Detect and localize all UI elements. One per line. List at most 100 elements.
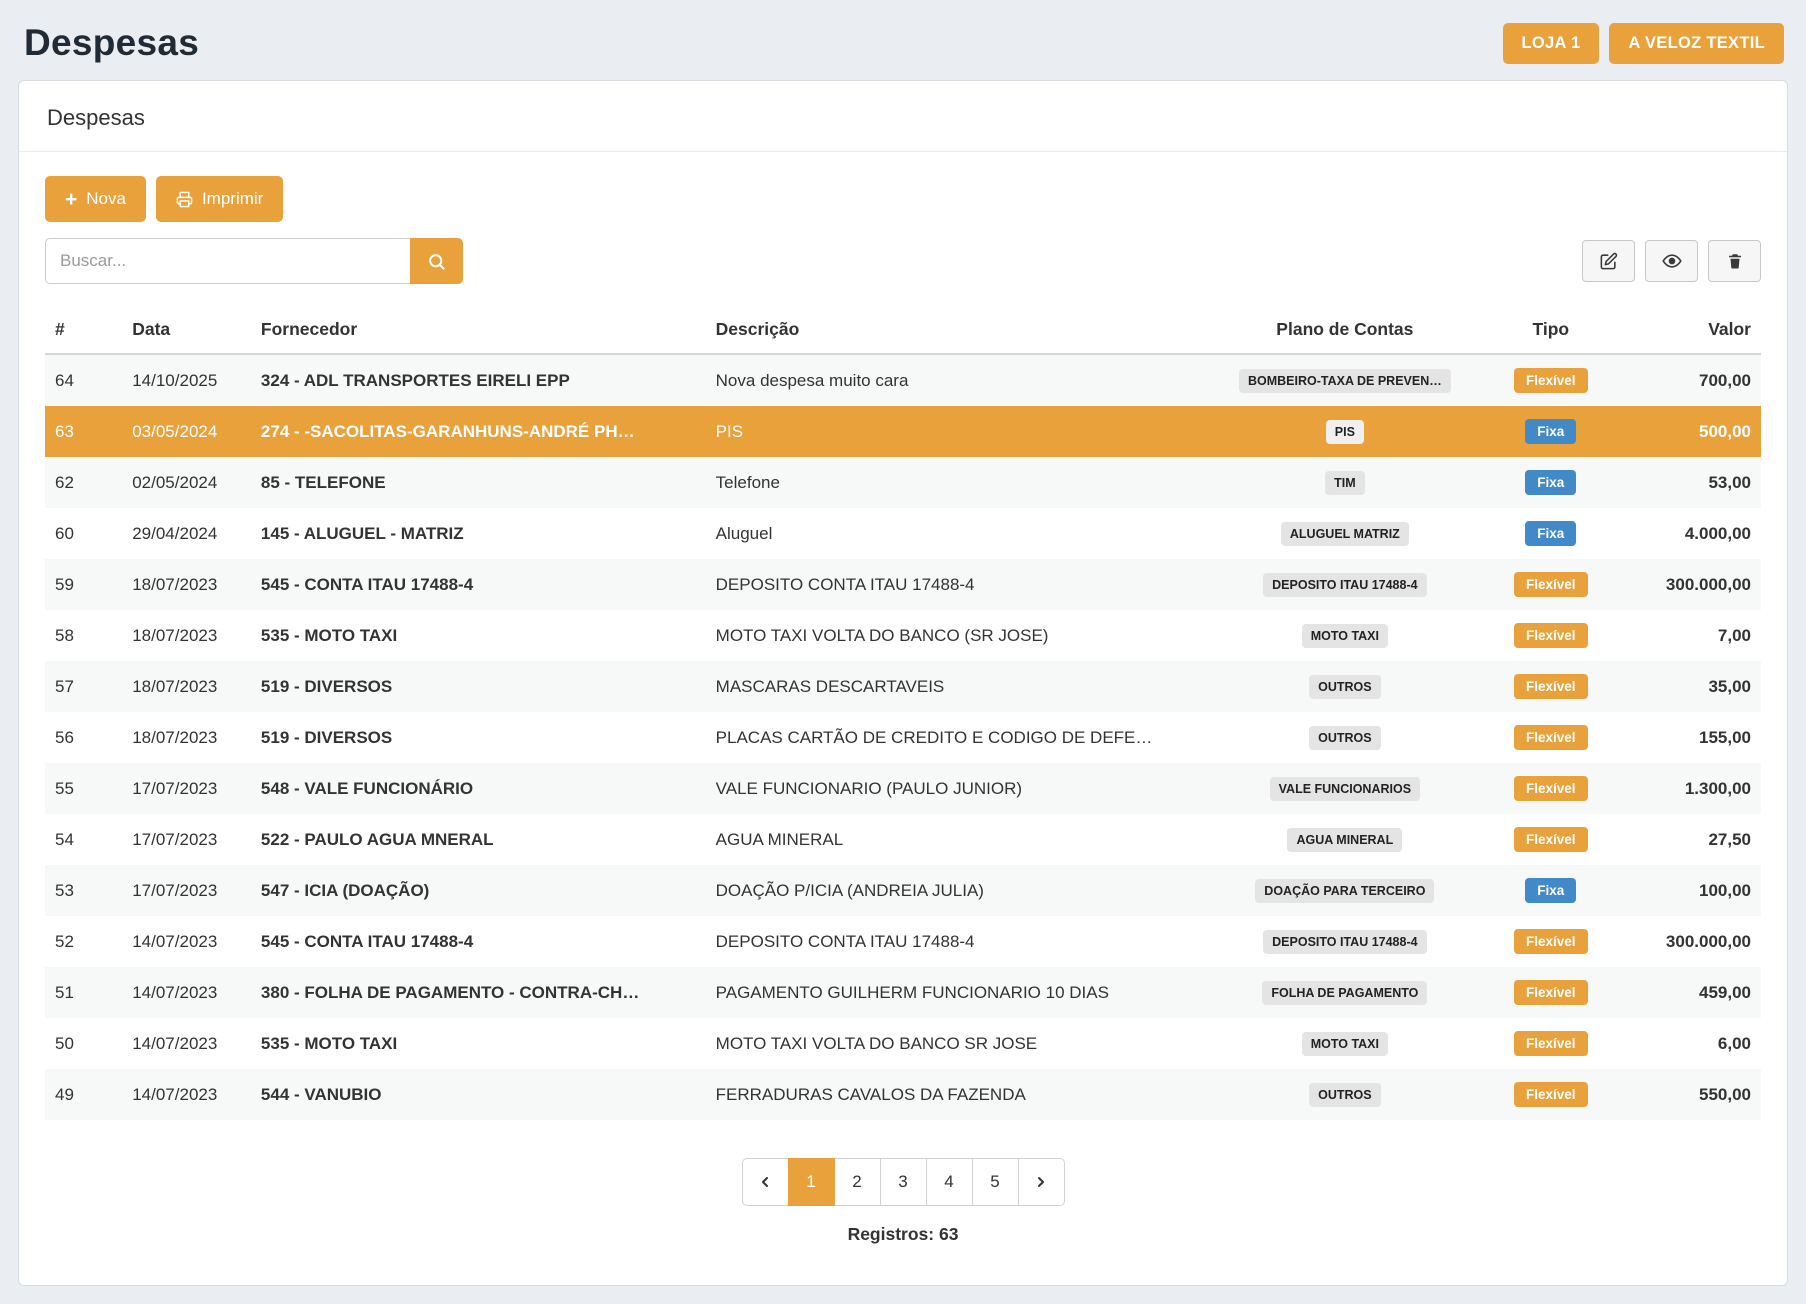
search-input[interactable] [45, 238, 411, 284]
row-account-plan: FOLHA DE PAGAMENTO [1203, 967, 1486, 1018]
row-value: 155,00 [1615, 712, 1761, 763]
pagination-next-button[interactable] [1018, 1158, 1065, 1206]
type-badge: Flexível [1514, 929, 1588, 954]
type-badge: Fixa [1525, 419, 1576, 444]
search-row [45, 238, 1761, 284]
type-badge: Flexível [1514, 980, 1588, 1005]
row-type: Flexível [1486, 559, 1615, 610]
table-row[interactable]: 58 18/07/2023 535 - MOTO TAXI MOTO TAXI … [45, 610, 1761, 661]
table-row[interactable]: 56 18/07/2023 519 - DIVERSOS PLACAS CART… [45, 712, 1761, 763]
row-type: Flexível [1486, 661, 1615, 712]
table-row[interactable]: 62 02/05/2024 85 - TELEFONE Telefone TIM… [45, 457, 1761, 508]
pagination-page-2[interactable]: 2 [834, 1158, 881, 1206]
account-plan-badge: OUTROS [1309, 675, 1380, 699]
row-date: 03/05/2024 [122, 406, 251, 457]
type-badge: Flexível [1514, 572, 1588, 597]
edit-button[interactable] [1582, 240, 1635, 282]
type-badge: Flexível [1514, 623, 1588, 648]
account-plan-badge: OUTROS [1309, 726, 1380, 750]
row-description: Aluguel [706, 508, 1204, 559]
table-row[interactable]: 55 17/07/2023 548 - VALE FUNCIONÁRIO VAL… [45, 763, 1761, 814]
search-button[interactable] [410, 238, 463, 284]
pagination-page-4[interactable]: 4 [926, 1158, 973, 1206]
company-selector-button[interactable]: A VELOZ TEXTIL [1609, 23, 1784, 64]
card-header: Despesas [19, 81, 1787, 152]
row-id: 62 [45, 457, 122, 508]
row-type: Fixa [1486, 457, 1615, 508]
table-row[interactable]: 57 18/07/2023 519 - DIVERSOS MASCARAS DE… [45, 661, 1761, 712]
row-account-plan: PIS [1203, 406, 1486, 457]
row-type: Flexível [1486, 763, 1615, 814]
column-header-tipo: Tipo [1486, 304, 1615, 354]
table-row[interactable]: 51 14/07/2023 380 - FOLHA DE PAGAMENTO -… [45, 967, 1761, 1018]
table-row[interactable]: 59 18/07/2023 545 - CONTA ITAU 17488-4 D… [45, 559, 1761, 610]
table-row[interactable]: 53 17/07/2023 547 - ICIA (DOAÇÃO) DOAÇÃO… [45, 865, 1761, 916]
row-id: 52 [45, 916, 122, 967]
row-type: Flexível [1486, 814, 1615, 865]
view-button[interactable] [1645, 240, 1698, 282]
type-badge: Flexível [1514, 725, 1588, 750]
pagination-page-5[interactable]: 5 [972, 1158, 1019, 1206]
delete-button[interactable] [1708, 240, 1761, 282]
row-account-plan: DEPOSITO ITAU 17488-4 [1203, 559, 1486, 610]
row-account-plan: MOTO TAXI [1203, 1018, 1486, 1069]
row-id: 59 [45, 559, 122, 610]
table-row[interactable]: 60 29/04/2024 145 - ALUGUEL - MATRIZ Alu… [45, 508, 1761, 559]
row-date: 18/07/2023 [122, 661, 251, 712]
pagination-prev-button[interactable] [742, 1158, 789, 1206]
row-description: FERRADURAS CAVALOS DA FAZENDA [706, 1069, 1204, 1120]
card-body: + Nova Imprimir [19, 152, 1787, 1285]
row-supplier: 544 - VANUBIO [251, 1069, 706, 1120]
table-row[interactable]: 52 14/07/2023 545 - CONTA ITAU 17488-4 D… [45, 916, 1761, 967]
row-account-plan: AGUA MINERAL [1203, 814, 1486, 865]
chevron-left-icon [757, 1174, 773, 1190]
row-value: 7,00 [1615, 610, 1761, 661]
row-date: 14/10/2025 [122, 354, 251, 406]
row-date: 02/05/2024 [122, 457, 251, 508]
row-description: MOTO TAXI VOLTA DO BANCO (SR JOSE) [706, 610, 1204, 661]
plus-icon: + [65, 189, 77, 210]
table-row[interactable]: 54 17/07/2023 522 - PAULO AGUA MNERAL AG… [45, 814, 1761, 865]
table-row[interactable]: 50 14/07/2023 535 - MOTO TAXI MOTO TAXI … [45, 1018, 1761, 1069]
pagination-page-3[interactable]: 3 [880, 1158, 927, 1206]
nova-button[interactable]: + Nova [45, 176, 146, 222]
row-supplier: 548 - VALE FUNCIONÁRIO [251, 763, 706, 814]
account-plan-badge: DEPOSITO ITAU 17488-4 [1263, 930, 1426, 954]
row-description: MOTO TAXI VOLTA DO BANCO SR JOSE [706, 1018, 1204, 1069]
row-id: 56 [45, 712, 122, 763]
row-supplier: 547 - ICIA (DOAÇÃO) [251, 865, 706, 916]
row-type: Flexível [1486, 1018, 1615, 1069]
table-row[interactable]: 64 14/10/2025 324 - ADL TRANSPORTES EIRE… [45, 354, 1761, 406]
row-value: 300.000,00 [1615, 559, 1761, 610]
row-supplier: 145 - ALUGUEL - MATRIZ [251, 508, 706, 559]
row-value: 100,00 [1615, 865, 1761, 916]
table-row[interactable]: 49 14/07/2023 544 - VANUBIO FERRADURAS C… [45, 1069, 1761, 1120]
row-description: DEPOSITO CONTA ITAU 17488-4 [706, 916, 1204, 967]
row-supplier: 535 - MOTO TAXI [251, 610, 706, 661]
row-value: 550,00 [1615, 1069, 1761, 1120]
pagination-page-1[interactable]: 1 [788, 1158, 835, 1206]
row-account-plan: ALUGUEL MATRIZ [1203, 508, 1486, 559]
account-plan-badge: BOMBEIRO-TAXA DE PREVEN… [1239, 369, 1451, 393]
row-date: 18/07/2023 [122, 712, 251, 763]
row-type: Flexível [1486, 712, 1615, 763]
eye-icon [1662, 251, 1682, 271]
row-description: DEPOSITO CONTA ITAU 17488-4 [706, 559, 1204, 610]
row-value: 700,00 [1615, 354, 1761, 406]
store-selector-button[interactable]: LOJA 1 [1503, 23, 1600, 64]
row-description: Nova despesa muito cara [706, 354, 1204, 406]
card-title: Despesas [47, 105, 1759, 131]
row-id: 58 [45, 610, 122, 661]
row-account-plan: VALE FUNCIONARIOS [1203, 763, 1486, 814]
column-header-descricao: Descrição [706, 304, 1204, 354]
row-value: 4.000,00 [1615, 508, 1761, 559]
row-type: Fixa [1486, 406, 1615, 457]
account-plan-badge: DEPOSITO ITAU 17488-4 [1263, 573, 1426, 597]
row-supplier: 85 - TELEFONE [251, 457, 706, 508]
row-date: 14/07/2023 [122, 916, 251, 967]
table-row[interactable]: 63 03/05/2024 274 - -SACOLITAS-GARANHUNS… [45, 406, 1761, 457]
row-type: Fixa [1486, 865, 1615, 916]
toolbar: + Nova Imprimir [45, 176, 1761, 222]
imprimir-button[interactable]: Imprimir [156, 176, 283, 222]
records-count: Registros: 63 [45, 1224, 1761, 1245]
